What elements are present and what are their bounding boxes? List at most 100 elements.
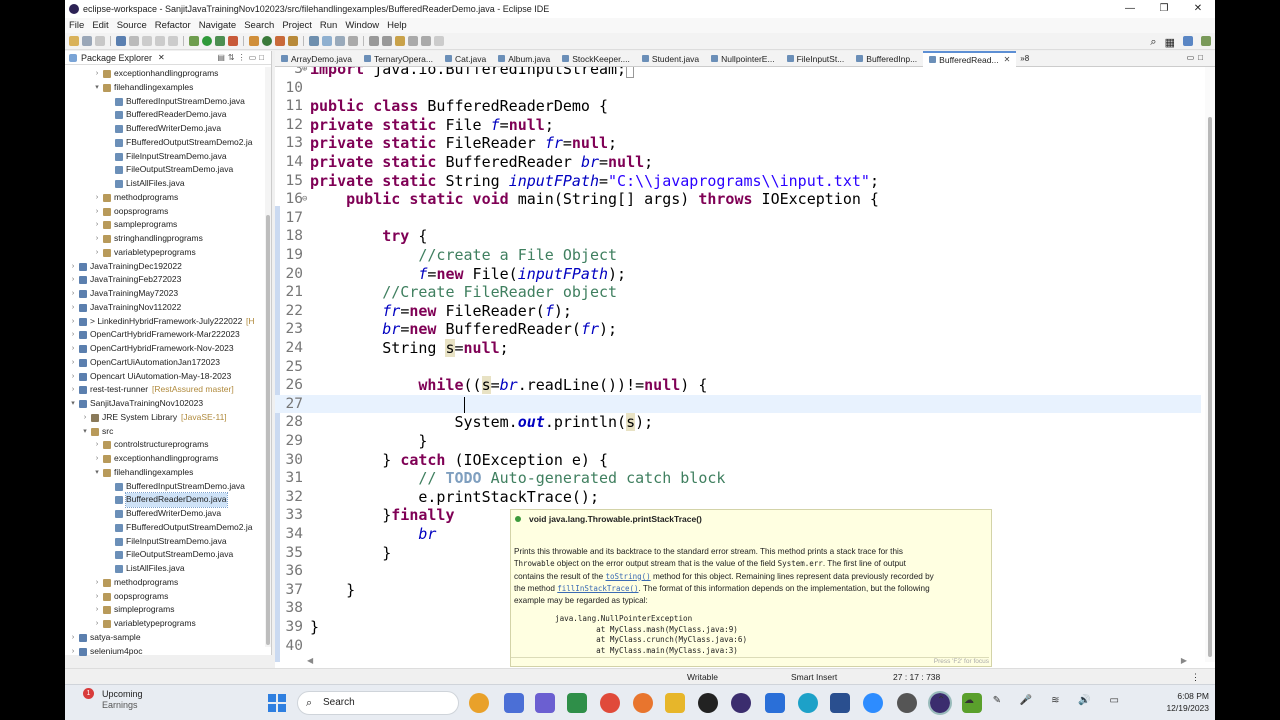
editor-tab[interactable]: Student.java <box>636 51 705 67</box>
debug-perspective-icon[interactable] <box>1201 36 1211 46</box>
expand-arrow-icon[interactable]: › <box>93 246 101 260</box>
expand-arrow-icon[interactable]: › <box>93 603 101 617</box>
tree-item[interactable]: › stringhandlingprograms <box>65 232 265 246</box>
code-line[interactable]: 13 private static FileReader fr=null; <box>275 134 1201 153</box>
tree-item[interactable]: FBufferedOutputStreamDemo2.ja <box>65 521 265 535</box>
code-line[interactable]: 21 //Create FileReader object <box>275 283 1201 302</box>
widgets-app-icon[interactable] <box>469 693 489 713</box>
forward-icon[interactable] <box>421 36 431 46</box>
expand-arrow-icon[interactable]: › <box>69 383 77 397</box>
expand-arrow-icon[interactable]: › <box>69 315 77 329</box>
tree-item[interactable]: FileOutputStreamDemo.java <box>65 548 265 562</box>
tree-item[interactable]: › selenium4poc <box>65 645 265 658</box>
tree-item[interactable]: › rest-test-runner [RestAssured master] <box>65 383 265 397</box>
expand-arrow-icon[interactable]: › <box>93 617 101 631</box>
tree-item[interactable]: › Opencart UiAutomation-May-18-2023 <box>65 370 265 384</box>
tree-item[interactable]: › methodprograms <box>65 191 265 205</box>
collapse-arrow-icon[interactable]: ▾ <box>93 81 101 95</box>
clock[interactable]: 6:08 PM 12/19/2023 <box>1166 690 1209 714</box>
expand-arrow-icon[interactable]: › <box>93 205 101 219</box>
editor-tab[interactable]: Album.java <box>492 51 556 67</box>
expand-arrow-icon[interactable]: › <box>93 67 101 81</box>
taskbar-search-input[interactable]: ⌕ Search <box>297 691 459 715</box>
package-explorer-scrollbar[interactable] <box>265 67 271 647</box>
terminate-icon[interactable] <box>168 36 178 46</box>
tree-item[interactable]: › methodprograms <box>65 576 265 590</box>
pin-editor-icon[interactable] <box>434 36 444 46</box>
tree-item[interactable]: › variabletypeprograms <box>65 246 265 260</box>
mail-app-icon[interactable] <box>765 693 785 713</box>
close-tab-icon[interactable]: ✕ <box>1004 55 1011 64</box>
code-line[interactable]: 14 private static BufferedReader br=null; <box>275 153 1201 172</box>
code-line[interactable]: 29 } <box>275 432 1201 451</box>
menu-file[interactable]: File <box>65 20 88 31</box>
tree-item[interactable]: › exceptionhandlingprograms <box>65 67 265 81</box>
menu-search[interactable]: Search <box>240 20 278 31</box>
open-type-icon[interactable] <box>288 36 298 46</box>
tree-item[interactable]: BufferedReaderDemo.java <box>65 108 265 122</box>
menu-navigate[interactable]: Navigate <box>195 20 241 31</box>
code-line[interactable]: 32 e.printStackTrace(); <box>275 488 1201 507</box>
menu-source[interactable]: Source <box>113 20 151 31</box>
code-line[interactable]: 11 public class BufferedReaderDemo { <box>275 97 1201 116</box>
tree-item[interactable]: BufferedInputStreamDemo.java <box>65 480 265 494</box>
code-line[interactable]: 18 try { <box>275 227 1201 246</box>
editor-tab[interactable]: NullpointerE... <box>705 51 780 67</box>
dell-app-icon[interactable] <box>698 693 718 713</box>
editor-minmax-icons[interactable]: ▭□ <box>1187 53 1207 62</box>
expand-arrow-icon[interactable]: › <box>93 438 101 452</box>
external-tools-icon[interactable] <box>228 36 238 46</box>
tree-item[interactable]: › OpenCartHybridFramework-Mar222023 <box>65 328 265 342</box>
tree-item[interactable]: › controlstructureprograms <box>65 438 265 452</box>
javadoc-hover[interactable]: void java.lang.Throwable.printStackTrace… <box>510 509 992 667</box>
close-window-button[interactable]: ✕ <box>1181 0 1215 18</box>
code-line[interactable]: 12 private static File f=null; <box>275 116 1201 135</box>
expand-arrow-icon[interactable]: › <box>69 301 77 315</box>
save-icon[interactable] <box>82 36 92 46</box>
open-perspective-icon[interactable]: ▦ <box>1165 36 1175 49</box>
code-line[interactable]: 19 //create a File Object <box>275 246 1201 265</box>
code-line[interactable]: 20 f=new File(inputFPath); <box>275 265 1201 284</box>
show-whitespace-icon[interactable] <box>348 36 358 46</box>
code-line[interactable]: 10 <box>275 79 1201 98</box>
zoom-app-icon[interactable] <box>863 693 883 713</box>
word-wrap-icon[interactable] <box>335 36 345 46</box>
settings-app-icon[interactable] <box>897 693 917 713</box>
suspend-icon[interactable] <box>155 36 165 46</box>
new-class-icon[interactable] <box>275 36 285 46</box>
editor-tab[interactable]: BufferedInp... <box>850 51 923 67</box>
tree-item[interactable]: FileOutputStreamDemo.java <box>65 163 265 177</box>
tree-item[interactable]: › oopsprograms <box>65 205 265 219</box>
tree-item[interactable]: › JavaTrainingNov112022 <box>65 301 265 315</box>
tree-item[interactable]: ▾ filehandlingexamples <box>65 81 265 95</box>
tree-item[interactable]: ▾ SanjitJavaTrainingNov102023 <box>65 397 265 411</box>
tree-item[interactable]: › exceptionhandlingprograms <box>65 452 265 466</box>
tree-item[interactable]: ListAllFiles.java <box>65 177 265 191</box>
code-line[interactable]: 16 ⊖ public static void main(String[] arg… <box>275 190 1201 209</box>
new-java-project-icon[interactable] <box>249 36 259 46</box>
scrollbar-thumb[interactable] <box>1208 117 1212 657</box>
menu-window[interactable]: Window <box>341 20 383 31</box>
previous-annotation-icon[interactable] <box>382 36 392 46</box>
tree-item[interactable]: › OpenCartHybridFramework-Nov-2023 <box>65 342 265 356</box>
store-app-icon[interactable] <box>567 693 587 713</box>
tree-item[interactable]: › sampleprograms <box>65 218 265 232</box>
menu-refactor[interactable]: Refactor <box>151 20 195 31</box>
folder-app-icon[interactable] <box>665 693 685 713</box>
run-icon[interactable] <box>202 36 212 46</box>
expand-arrow-icon[interactable]: › <box>81 411 89 425</box>
code-line[interactable]: 26 while((s=br.readLine())!=null) { <box>275 376 1201 395</box>
code-line[interactable]: 27 <box>275 394 1201 414</box>
expand-arrow-icon[interactable]: › <box>69 287 77 301</box>
editor-vertical-scrollbar[interactable] <box>1205 67 1215 662</box>
expand-arrow-icon[interactable]: › <box>93 191 101 205</box>
tree-item[interactable]: FileInputStreamDemo.java <box>65 535 265 549</box>
resume-icon[interactable] <box>142 36 152 46</box>
code-line[interactable]: 15 private static String inputFPath="C:\\… <box>275 172 1201 191</box>
expand-arrow-icon[interactable]: › <box>69 631 77 645</box>
expand-arrow-icon[interactable]: › <box>93 452 101 466</box>
view-menu-icons[interactable]: ▤⇅⋮▭□ <box>217 53 267 62</box>
code-line[interactable]: 24 String s=null; <box>275 339 1201 358</box>
expand-arrow-icon[interactable]: › <box>93 218 101 232</box>
editor-tab[interactable]: TernaryOpera... <box>358 51 439 67</box>
